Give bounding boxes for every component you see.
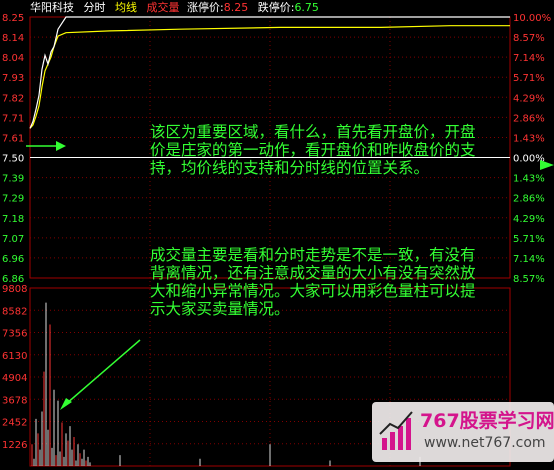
limit-down-label: 跌停价: bbox=[257, 1, 295, 14]
annotation-volume-area: 成交量主要是看和分时走势是不是一致，有没有背离情况，还有注意成交量的大小有没有突… bbox=[150, 246, 476, 318]
percent-tick: 5.71% bbox=[513, 73, 545, 84]
limit-up-value: 8.25 bbox=[223, 1, 249, 14]
volume-tick: 7356 bbox=[2, 329, 27, 340]
percent-tick: 8.57% bbox=[513, 274, 545, 285]
percent-tick: 2.86% bbox=[513, 194, 545, 205]
tab-volume[interactable]: 成交量 bbox=[147, 1, 180, 14]
volume-tick: 9808 bbox=[2, 284, 27, 295]
intraday-chart: 8.25 8.14 8.04 7.93 7.82 7.71 7.61 7.50 7.39 7.29… bbox=[0, 0, 554, 470]
price-tick: 7.29 bbox=[2, 194, 24, 205]
percent-tick: 1.43% bbox=[513, 174, 545, 185]
volume-tick: 1226 bbox=[2, 440, 27, 451]
price-tick: 7.39 bbox=[2, 174, 24, 185]
price-tick: 7.71 bbox=[2, 113, 24, 124]
watermark: 767股票学习网 www.net767.com bbox=[372, 402, 554, 462]
volume-tick: 8582 bbox=[2, 306, 27, 317]
percent-tick: 4.29% bbox=[513, 214, 545, 225]
percent-tick: 5.71% bbox=[513, 234, 545, 245]
tab-time[interactable]: 分时 bbox=[84, 1, 106, 14]
volume-tick: 3678 bbox=[2, 395, 27, 406]
limit-up-label: 涨停价: bbox=[187, 1, 224, 14]
chart-header: 华阳科技 分时 均线 成交量 涨停价:8.25 跌停价:6.75 bbox=[0, 0, 554, 16]
price-tick: 7.93 bbox=[2, 73, 24, 84]
price-tick: 8.14 bbox=[2, 33, 24, 44]
volume-tick: 2452 bbox=[2, 418, 27, 429]
limit-down-value: 6.75 bbox=[294, 1, 319, 14]
tab-avg-line[interactable]: 均线 bbox=[115, 1, 137, 14]
price-tick: 7.07 bbox=[2, 234, 24, 245]
watermark-brand: 767股票学习网 bbox=[420, 410, 554, 432]
price-tick: 6.96 bbox=[2, 254, 24, 265]
chart-logo-icon bbox=[379, 411, 413, 450]
price-tick: 7.82 bbox=[2, 93, 24, 104]
percent-tick: 2.86% bbox=[513, 113, 545, 124]
price-tick: 8.04 bbox=[2, 53, 24, 64]
watermark-site: www.net767.com bbox=[424, 435, 546, 451]
price-tick: 7.50 bbox=[2, 154, 24, 165]
percent-tick: 8.57% bbox=[513, 33, 545, 44]
percent-tick: 4.29% bbox=[513, 93, 545, 104]
percent-tick: 7.14% bbox=[513, 53, 545, 64]
volume-tick: 4904 bbox=[2, 373, 27, 384]
percent-tick: 1.43% bbox=[513, 133, 545, 144]
percent-tick: 7.14% bbox=[513, 254, 545, 265]
annotation-price-area: 该区为重要区域，看什么，首先看开盘价，开盘价是庄家的第一动作，看开盘价和昨收盘价… bbox=[150, 123, 476, 177]
price-tick: 7.18 bbox=[2, 214, 24, 225]
price-tick: 7.61 bbox=[2, 133, 24, 144]
tab-volume-label: 成交量 bbox=[146, 1, 180, 14]
volume-tick: 6130 bbox=[2, 351, 27, 362]
stock-name: 华阳科技 bbox=[30, 1, 74, 14]
